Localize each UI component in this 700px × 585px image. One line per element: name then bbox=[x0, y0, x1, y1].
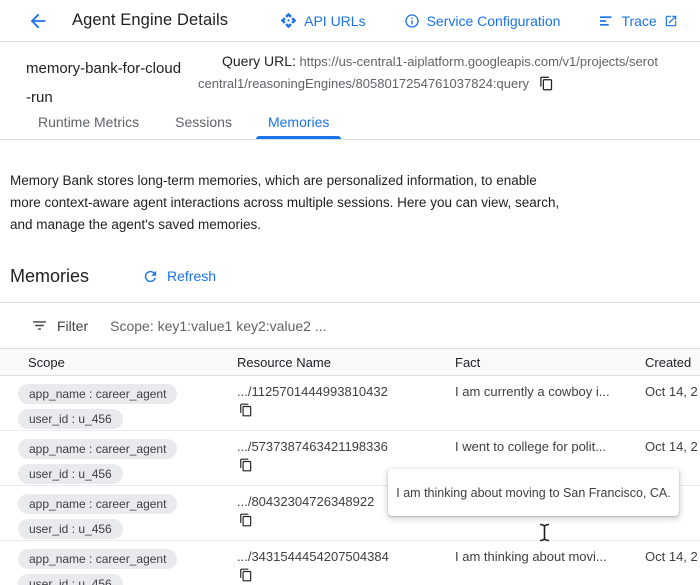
scope-chip-user-id: user_id : u_456 bbox=[18, 464, 123, 484]
memories-heading-row: Memories Refresh bbox=[10, 261, 700, 291]
refresh-label: Refresh bbox=[167, 268, 216, 284]
filter-list-icon bbox=[31, 317, 48, 334]
trace-bars-icon bbox=[598, 13, 614, 29]
scope-chip-user-id: user_id : u_456 bbox=[18, 519, 123, 539]
column-header-fact: Fact bbox=[455, 355, 645, 370]
created-cell: Oct 14, 2 bbox=[645, 549, 700, 585]
copy-resource-name-button[interactable] bbox=[239, 513, 253, 527]
memories-table: Scope Resource Name Fact Created app_nam… bbox=[0, 349, 700, 585]
resource-name-text: .../1125701444993810432 bbox=[237, 384, 455, 399]
query-url-value-line2: central1/reasoningEngines/80580172547610… bbox=[198, 76, 529, 91]
app-bar: Agent Engine Details API URLs Service Co… bbox=[0, 0, 700, 42]
scope-chip-app-name: app_name : career_agent bbox=[18, 494, 177, 514]
column-header-created: Created bbox=[645, 355, 700, 370]
table-row: app_name : career_agent user_id : u_456 … bbox=[0, 541, 700, 585]
trace-label: Trace bbox=[621, 13, 656, 29]
api-urls-button[interactable]: API URLs bbox=[280, 12, 365, 29]
scope-chip-app-name: app_name : career_agent bbox=[18, 439, 177, 459]
tab-memories-label: Memories bbox=[268, 114, 329, 130]
api-urls-label: API URLs bbox=[304, 13, 365, 29]
table-row: app_name : career_agent user_id : u_456 … bbox=[0, 376, 700, 431]
tab-runtime-metrics[interactable]: Runtime Metrics bbox=[20, 105, 157, 139]
service-configuration-button[interactable]: Service Configuration bbox=[404, 13, 561, 29]
memory-bank-description: Memory Bank stores long-term memories, w… bbox=[10, 170, 562, 236]
query-url-label: Query URL: bbox=[222, 53, 296, 69]
resource-name-text: .../5737387463421198336 bbox=[237, 439, 455, 454]
back-button[interactable] bbox=[26, 9, 50, 33]
resource-name-cell: .../3431544454207504384 bbox=[237, 549, 455, 585]
tab-bar: Runtime Metrics Sessions Memories bbox=[0, 105, 700, 140]
copy-resource-name-button[interactable] bbox=[239, 458, 253, 472]
resource-name-text: .../3431544454207504384 bbox=[237, 549, 455, 564]
query-url-value-line1: https://us-central1-aiplatform.googleapi… bbox=[300, 54, 658, 69]
tab-sessions[interactable]: Sessions bbox=[157, 105, 250, 139]
scope-cell: app_name : career_agent user_id : u_456 bbox=[0, 549, 237, 585]
copy-icon bbox=[239, 568, 253, 582]
scope-chip-app-name: app_name : career_agent bbox=[18, 549, 177, 569]
text-ibeam-cursor-icon bbox=[538, 523, 551, 542]
resource-name-cell: .../1125701444993810432 bbox=[237, 384, 455, 434]
copy-icon bbox=[239, 513, 253, 527]
fact-cell[interactable]: I am currently a cowboy i... bbox=[455, 384, 645, 434]
copy-query-url-button[interactable] bbox=[539, 76, 554, 91]
copy-resource-name-button[interactable] bbox=[239, 403, 253, 417]
copy-icon bbox=[239, 458, 253, 472]
scope-chip-app-name: app_name : career_agent bbox=[18, 384, 177, 404]
created-cell: Oct 14, 2 bbox=[645, 384, 700, 434]
query-url-block: Query URL: https://us-central1-aiplatfor… bbox=[198, 53, 698, 91]
copy-resource-name-button[interactable] bbox=[239, 568, 253, 582]
arrow-back-icon bbox=[27, 10, 49, 32]
page-title: Agent Engine Details bbox=[72, 11, 228, 30]
fact-tooltip: I am thinking about moving to San Franci… bbox=[388, 469, 679, 516]
table-header-row: Scope Resource Name Fact Created bbox=[0, 349, 700, 376]
tab-memories[interactable]: Memories bbox=[250, 105, 347, 139]
filter-input[interactable] bbox=[110, 318, 530, 334]
engine-info-section: memory-bank-for-cloud-run Query URL: htt… bbox=[0, 42, 700, 105]
scope-cell: app_name : career_agent user_id : u_456 bbox=[0, 439, 237, 489]
scope-chip-user-id: user_id : u_456 bbox=[18, 574, 123, 585]
fact-cell[interactable]: I am thinking about movi... bbox=[455, 549, 645, 585]
filter-bar[interactable]: Filter bbox=[0, 303, 700, 349]
scope-cell: app_name : career_agent user_id : u_456 bbox=[0, 494, 237, 544]
engine-name: memory-bank-for-cloud-run bbox=[26, 54, 186, 112]
query-url-line1: Query URL: https://us-central1-aiplatfor… bbox=[222, 53, 698, 69]
agent-engine-details-page: Agent Engine Details API URLs Service Co… bbox=[0, 0, 700, 585]
app-bar-actions: API URLs Service Configuration Trace bbox=[280, 12, 678, 29]
copy-icon bbox=[539, 76, 554, 91]
query-url-line2: central1/reasoningEngines/80580172547610… bbox=[198, 76, 698, 91]
refresh-button[interactable]: Refresh bbox=[142, 268, 216, 285]
filter-label: Filter bbox=[57, 318, 88, 334]
api-icon bbox=[280, 12, 297, 29]
info-circle-icon bbox=[404, 13, 420, 29]
copy-icon bbox=[239, 403, 253, 417]
scope-cell: app_name : career_agent user_id : u_456 bbox=[0, 384, 237, 434]
column-header-scope: Scope bbox=[0, 355, 237, 370]
column-header-resource-name: Resource Name bbox=[237, 355, 455, 370]
tab-runtime-metrics-label: Runtime Metrics bbox=[38, 114, 139, 130]
trace-button[interactable]: Trace bbox=[598, 13, 677, 29]
memories-section-title: Memories bbox=[10, 266, 89, 287]
tab-sessions-label: Sessions bbox=[175, 114, 232, 130]
refresh-icon bbox=[142, 268, 159, 285]
open-in-new-icon bbox=[664, 14, 678, 28]
service-configuration-label: Service Configuration bbox=[427, 13, 561, 29]
scope-chip-user-id: user_id : u_456 bbox=[18, 409, 123, 429]
